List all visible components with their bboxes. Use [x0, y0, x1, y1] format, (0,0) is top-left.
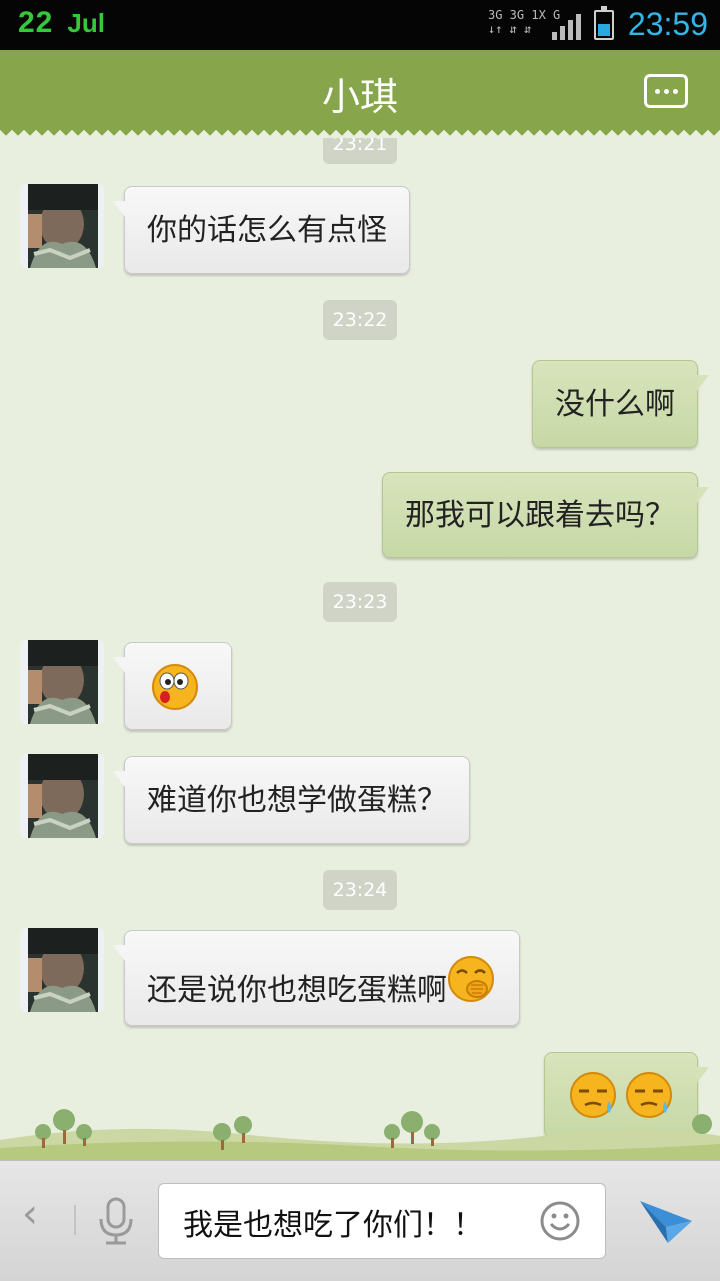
- message-input[interactable]: 我是也想吃了你们！！: [158, 1183, 606, 1259]
- divider: [74, 1205, 76, 1235]
- message-text: 那我可以跟着去吗？: [405, 498, 675, 533]
- surprised-face-emoji: [152, 664, 198, 710]
- status-date: 22 Jul: [18, 6, 105, 40]
- message-bubble-outgoing[interactable]: 没什么啊: [532, 360, 709, 448]
- timestamp: 23:24: [323, 870, 397, 910]
- message-input-value: 我是也想吃了你们！！: [183, 1208, 483, 1243]
- status-month: Jul: [67, 8, 105, 38]
- message-text: 没什么啊: [555, 387, 675, 422]
- microphone-icon[interactable]: [96, 1197, 136, 1247]
- battery-level-fill: [598, 24, 610, 36]
- contact-avatar[interactable]: [20, 184, 104, 268]
- signal-strength-icon: [552, 14, 584, 40]
- network-indicator: 3G 3G 1X G ↓↑ ⇵ ⇵: [488, 8, 560, 36]
- message-text: 还是说你也想吃蛋糕啊: [147, 973, 447, 1008]
- message-text: 难道你也想学做蛋糕？: [147, 783, 447, 818]
- smiley-icon[interactable]: [539, 1200, 581, 1242]
- more-dots-icon[interactable]: [644, 74, 688, 108]
- contact-name: 小琪: [321, 75, 398, 119]
- giggle-face-emoji: [448, 955, 494, 1002]
- contact-avatar[interactable]: [20, 754, 104, 838]
- network-type-label: 3G 3G 1X G: [488, 8, 561, 22]
- message-text: 你的话怎么有点怪: [147, 213, 387, 248]
- message-bubble-incoming[interactable]: 还是说你也想吃蛋糕啊: [113, 930, 520, 1026]
- timestamp: 23:22: [323, 300, 397, 340]
- chat-header: 小琪: [0, 50, 720, 138]
- message-bubble-incoming[interactable]: 你的话怎么有点怪: [113, 186, 410, 274]
- status-bar: 22 Jul 3G 3G 1X G ↓↑ ⇵ ⇵ 23:59: [0, 0, 720, 50]
- input-bar: ‹ 我是也想吃了你们！！: [0, 1160, 720, 1281]
- status-time: 23:59: [627, 6, 708, 42]
- message-list[interactable]: 23:21 你的话怎么有点怪 23:22 没什么啊 那我可以跟着去吗？ 23:2…: [0, 138, 720, 1160]
- contact-avatar[interactable]: [20, 640, 104, 724]
- timestamp: 23:21: [323, 138, 397, 164]
- message-bubble-incoming[interactable]: 难道你也想学做蛋糕？: [113, 756, 470, 844]
- contact-avatar[interactable]: [20, 928, 104, 1012]
- message-bubble-incoming[interactable]: [113, 642, 232, 730]
- landscape-decoration: [0, 1109, 720, 1160]
- battery-icon: [594, 6, 614, 40]
- status-day: 22: [18, 6, 54, 39]
- network-activity-label: ↓↑ ⇵ ⇵: [488, 22, 532, 36]
- send-plane-icon[interactable]: [638, 1197, 694, 1247]
- timestamp: 23:23: [323, 582, 397, 622]
- message-bubble-outgoing[interactable]: 那我可以跟着去吗？: [382, 472, 709, 558]
- chevron-left-icon[interactable]: ‹: [22, 1191, 38, 1237]
